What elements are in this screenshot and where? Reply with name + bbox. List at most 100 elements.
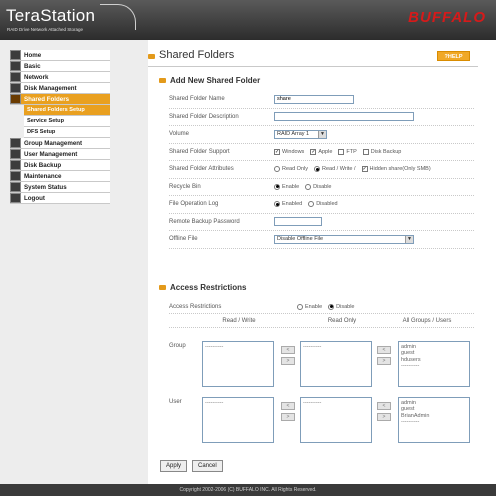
main-content: Shared Folders ?HELP Add New Shared Fold… (148, 40, 496, 484)
footer-copyright: Copyright 2002-2006 (C) BUFFALO INC. All… (0, 484, 496, 496)
user-move-right-button-2[interactable]: > (377, 413, 391, 421)
disk-icon (10, 83, 21, 93)
dropdown-arrow-icon: ▼ (318, 130, 326, 138)
access-columns-header: Read / Write Read Only All Groups / User… (169, 314, 474, 328)
section-title-text: Add New Shared Folder (170, 76, 261, 85)
list-item[interactable]: ---------- (303, 344, 369, 350)
sidebar-item-shared-folders[interactable]: Shared Folders (10, 94, 110, 105)
user-read-only-list[interactable]: ---------- (300, 397, 372, 443)
user-move-right-button[interactable]: > (281, 413, 295, 421)
sidebar-subitem-dfs-setup[interactable]: DFS Setup (24, 127, 110, 138)
vendor-logo: BUFFALO (408, 9, 486, 26)
bullet-icon (159, 78, 166, 84)
access-disable-radio[interactable] (328, 303, 335, 310)
group-move-left-button[interactable]: < (281, 346, 295, 354)
sidebar-item-label: Maintenance (24, 172, 62, 180)
sidebar: Home Basic Network Disk Management Share… (0, 40, 148, 484)
column-header-all: All Groups / Users (402, 317, 452, 324)
group-move-right-button[interactable]: > (281, 357, 295, 365)
option-label: Disabled (316, 201, 338, 208)
sidebar-item-disk-management[interactable]: Disk Management (10, 83, 110, 94)
user-read-write-list[interactable]: ---------- (202, 397, 274, 443)
apply-button[interactable]: Apply (160, 460, 188, 472)
sidebar-item-basic[interactable]: Basic (10, 61, 110, 72)
group-move-right-button-2[interactable]: > (377, 357, 391, 365)
attr-read-only-radio[interactable] (274, 166, 280, 173)
cancel-button[interactable]: Cancel (192, 460, 223, 472)
user-move-left-button[interactable]: < (281, 402, 295, 410)
network-icon (10, 72, 21, 82)
sidebar-item-home[interactable]: Home (10, 50, 110, 61)
option-label: FTP (346, 148, 357, 155)
remote-backup-password-input[interactable] (274, 217, 322, 227)
list-item[interactable]: ---------- (205, 344, 271, 350)
group-move-left-button-2[interactable]: < (377, 346, 391, 354)
recycle-disable-radio[interactable] (305, 183, 312, 190)
section-title-add: Add New Shared Folder (159, 76, 260, 85)
list-item[interactable]: ---------- (401, 419, 467, 425)
field-label: Offline File (169, 236, 198, 243)
sidebar-item-user-management[interactable]: User Management (10, 149, 110, 160)
sidebar-item-label: Basic (24, 62, 41, 70)
user-all-list[interactable]: admin guest BrianAdmin ---------- (398, 397, 470, 443)
section-title-access: Access Restrictions (159, 283, 246, 292)
folder-name-input[interactable] (274, 94, 354, 104)
group-all-list[interactable]: admin guest hdusers ---------- (398, 341, 470, 387)
sidebar-item-group-management[interactable]: Group Management (10, 138, 110, 149)
folder-icon (10, 94, 21, 104)
sidebar-item-label: Shared Folders Setup (27, 107, 85, 113)
home-icon (10, 50, 21, 60)
field-label: Volume (169, 131, 190, 138)
sidebar-item-logout[interactable]: Logout (10, 193, 110, 204)
sidebar-subitem-service-setup[interactable]: Service Setup (24, 116, 110, 127)
field-label: Remote Backup Password (169, 218, 240, 225)
offline-file-select[interactable]: Disable Offline File ▼ (274, 234, 414, 244)
backup-icon (10, 160, 21, 170)
sidebar-item-maintenance[interactable]: Maintenance (10, 171, 110, 182)
support-ftp-checkbox[interactable] (338, 148, 345, 155)
option-label: Windows (282, 148, 305, 155)
sidebar-item-disk-backup[interactable]: Disk Backup (10, 160, 110, 171)
help-button[interactable]: ?HELP (437, 51, 470, 61)
log-disabled-radio[interactable] (308, 201, 315, 208)
option-label: Apple (318, 148, 333, 155)
form-row-offline: Offline File Disable Offline File ▼ (169, 231, 474, 249)
dropdown-arrow-icon: ▼ (405, 235, 413, 243)
support-apple-checkbox[interactable]: ✓ (310, 148, 317, 155)
access-restrictions-form: Access Restrictions Enable Disable Read … (169, 300, 474, 328)
group-read-only-list[interactable]: ---------- (300, 341, 372, 387)
sidebar-item-label: DFS Setup (27, 129, 56, 135)
attr-hidden-checkbox[interactable]: ✓ (361, 166, 368, 173)
list-item[interactable]: ---------- (303, 400, 369, 406)
recycle-enable-radio[interactable] (274, 183, 280, 190)
attr-read-write-radio[interactable] (314, 166, 320, 173)
list-item[interactable]: ---------- (401, 363, 467, 369)
field-label: Shared Folder Attributes (169, 166, 234, 173)
group-read-write-list[interactable]: ---------- (202, 341, 274, 387)
option-label: Disable (313, 183, 332, 190)
folder-description-input[interactable] (274, 112, 414, 122)
sidebar-item-label: Disk Management (24, 84, 77, 92)
support-windows-checkbox[interactable]: ✓ (274, 148, 280, 155)
option-label: Read / Write / (322, 166, 356, 173)
page-header: Shared Folders ?HELP (148, 49, 478, 67)
user-label: User (169, 399, 182, 405)
option-label: Read Only (282, 166, 308, 173)
maintenance-icon (10, 171, 21, 181)
sidebar-item-label: System Status (24, 183, 67, 191)
form-row-remote-password: Remote Backup Password (169, 214, 474, 231)
volume-select-value: RAID Array 1 (277, 131, 310, 138)
section-title-text: Access Restrictions (170, 283, 247, 292)
sidebar-item-system-status[interactable]: System Status (10, 182, 110, 193)
sidebar-item-network[interactable]: Network (10, 72, 110, 83)
brand-subtitle: RAID Drive Network Attached Storage (7, 27, 84, 32)
support-disk-backup-checkbox[interactable] (362, 148, 369, 155)
sidebar-subitem-shared-folders-setup[interactable]: Shared Folders Setup (24, 105, 110, 116)
form-row-recycle: Recycle Bin Enable Disable (169, 179, 474, 196)
volume-select[interactable]: RAID Array 1 ▼ (274, 129, 327, 139)
log-enabled-radio[interactable] (274, 201, 280, 208)
access-enable-radio[interactable] (297, 303, 303, 310)
user-move-left-button-2[interactable]: < (377, 402, 391, 410)
list-item[interactable]: ---------- (205, 400, 271, 406)
logout-icon (10, 193, 21, 203)
